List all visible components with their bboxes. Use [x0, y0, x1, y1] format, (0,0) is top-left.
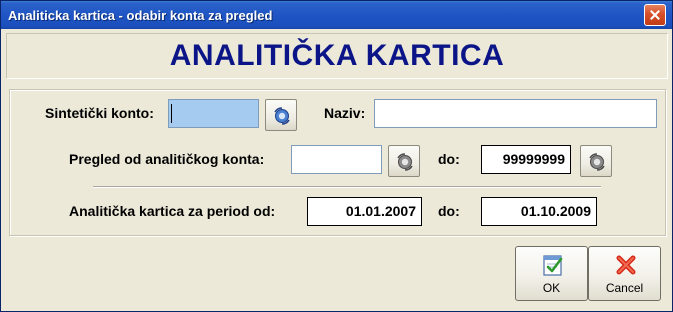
pregled-do-input[interactable]: 99999999 — [481, 145, 571, 174]
ok-button-label: OK — [542, 281, 561, 295]
sinteticki-konto-label: Sintetički konto: — [45, 105, 154, 121]
page-title: ANALITIČKA KARTICA — [169, 39, 505, 72]
window-title: Analiticka kartica - odabir konta za pre… — [8, 8, 273, 23]
close-icon[interactable] — [644, 4, 666, 26]
cancel-button-label: Cancel — [605, 281, 644, 295]
sinteticki-konto-input[interactable] — [168, 99, 259, 128]
text-caret — [171, 104, 172, 123]
checkmark-document-icon — [543, 255, 563, 276]
pregled-do-lookup-button[interactable] — [580, 145, 612, 177]
separator-line — [93, 186, 601, 188]
refresh-lookup-icon — [397, 153, 413, 171]
pregled-od-lookup-button[interactable] — [388, 145, 420, 177]
naziv-input[interactable] — [374, 99, 657, 128]
dialog-window: Analiticka kartica - odabir konta za pre… — [0, 0, 673, 312]
pregled-od-label: Pregled od analitičkog konta: — [69, 151, 265, 167]
refresh-lookup-icon — [274, 107, 290, 125]
period-od-input[interactable]: 01.01.2007 — [307, 197, 422, 226]
pregled-do-label: do: — [438, 151, 460, 167]
ok-button[interactable]: OK — [515, 246, 588, 301]
pregled-od-input[interactable] — [291, 145, 382, 174]
cancel-button[interactable]: Cancel — [588, 246, 661, 301]
period-do-input[interactable]: 01.10.2009 — [481, 197, 597, 226]
title-bar[interactable]: Analiticka kartica - odabir konta za pre… — [1, 1, 672, 29]
header-banner: ANALITIČKA KARTICA — [6, 33, 668, 79]
sinteticki-lookup-button[interactable] — [265, 99, 297, 131]
refresh-lookup-icon — [589, 153, 605, 171]
red-x-icon — [616, 255, 636, 275]
naziv-label: Naziv: — [324, 105, 366, 121]
period-od-label: Analitička kartica za period od: — [69, 203, 276, 219]
period-do-label: do: — [438, 203, 460, 219]
